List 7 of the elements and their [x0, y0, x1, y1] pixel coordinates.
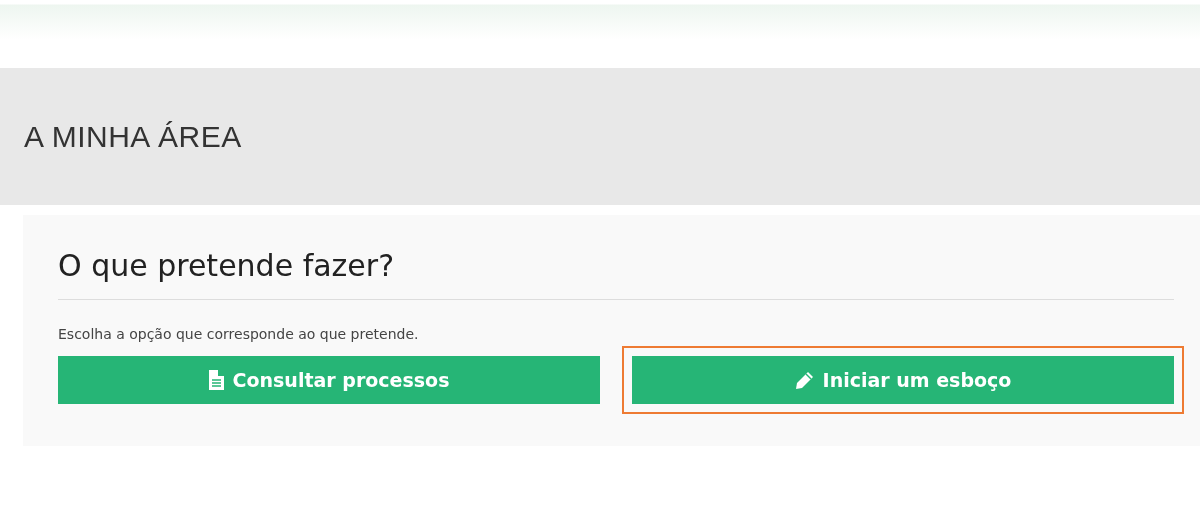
instruction-text: Escolha a opção que corresponde ao que pretende.: [58, 326, 420, 342]
action-button[interactable]: Iniciar um esboço: [632, 356, 1174, 404]
document-icon: [208, 370, 224, 390]
card-heading: O que pretende fazer?: [58, 248, 1174, 300]
page-title: A MINHA ÁREA: [24, 119, 242, 154]
pencil-icon: [794, 370, 814, 390]
action-button[interactable]: Consultar processos: [58, 356, 600, 404]
